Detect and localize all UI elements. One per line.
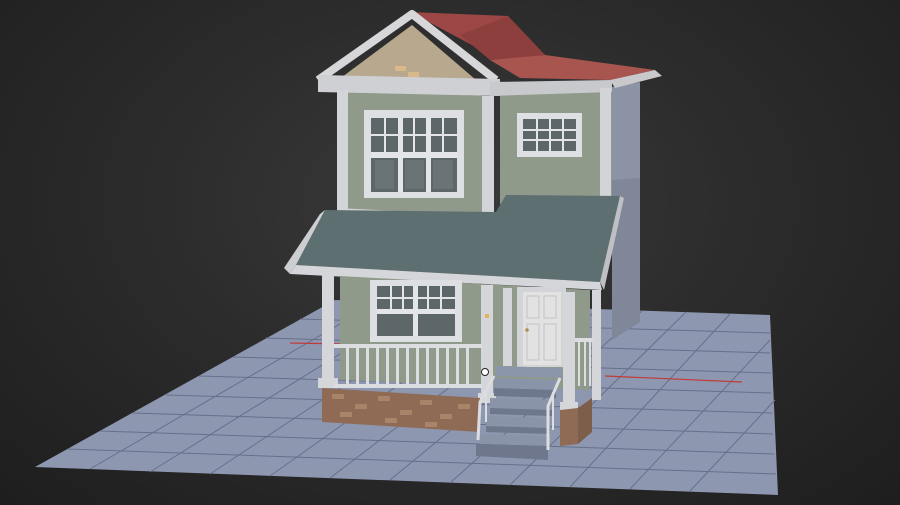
corner-trim-right <box>600 88 611 196</box>
corner-trim-left <box>337 90 348 213</box>
lower-window <box>370 280 462 342</box>
upper-window-large <box>364 110 464 198</box>
front-steps <box>476 375 562 460</box>
upper-window-small <box>517 113 582 157</box>
porch-light <box>485 314 489 318</box>
3d-viewport[interactable] <box>0 0 900 505</box>
corner-trim-mid <box>482 96 494 220</box>
pivot-point-icon[interactable] <box>481 368 489 376</box>
front-door <box>517 287 566 367</box>
scene-canvas[interactable] <box>0 0 900 505</box>
porch-deck <box>496 366 562 378</box>
